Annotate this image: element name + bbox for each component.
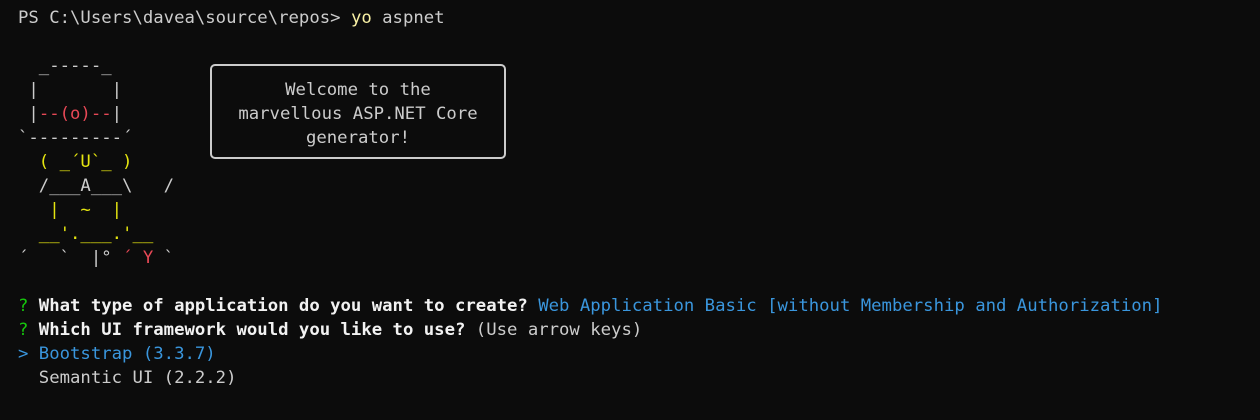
art-eye: --(o)-- (38, 104, 112, 124)
prompt-prefix: PS C:\Users\davea\source\repos> (18, 8, 351, 28)
art-line-2: | | (18, 80, 123, 100)
art-line-8: __'.___.'__ (18, 224, 154, 244)
command-text: yo (350, 8, 372, 28)
question-answer: Web Application Basic [without Membershi… (527, 296, 1163, 316)
art-line-9-left: ´ ` |° (18, 248, 123, 268)
bubble-line-2: marvellous ASP.NET Core (238, 104, 478, 124)
bubble-line-3: generator! (305, 128, 411, 148)
art-line-9-right: ` (163, 248, 175, 268)
question-application-type: ? What type of application do you want t… (18, 294, 1162, 318)
art-line-3-left: | (18, 104, 39, 124)
art-line-7: | ~ | (18, 200, 123, 220)
art-line-1: _-----_ (18, 56, 112, 76)
command-argument: aspnet (371, 8, 445, 28)
question-mark: ? (18, 296, 29, 316)
art-line-3: |--(o)--| (18, 102, 122, 126)
art-line-3-right: | (111, 104, 123, 124)
option-semantic-ui[interactable]: Semantic UI (2.2.2) (18, 366, 237, 390)
art-line-4: `---------´ (18, 128, 133, 148)
option-bootstrap[interactable]: > Bootstrap (3.3.7) (18, 342, 216, 366)
question-text: What type of application do you want to … (28, 296, 528, 316)
terminal-window[interactable]: PS C:\Users\davea\source\repos> yo aspne… (0, 0, 1260, 420)
question-hint: (Use arrow keys) (465, 320, 643, 340)
option-label: Bootstrap (3.3.7) (28, 344, 216, 364)
art-line-5: ( _´U`_ ) (18, 152, 133, 172)
art-line-6: /___A___\ / (18, 174, 174, 198)
bubble-line-1: Welcome to the (285, 80, 431, 100)
art-line-9: ´ ` |° ´ Y ` (18, 246, 174, 270)
question-text: Which UI framework would you like to use… (28, 320, 466, 340)
art-line-6-body: /___A___\ (18, 176, 133, 196)
question-ui-framework: ? Which UI framework would you like to u… (18, 318, 642, 342)
pointer-icon: > (18, 344, 29, 364)
prompt-line: PS C:\Users\davea\source\repos> yo aspne… (18, 6, 445, 30)
question-mark: ? (18, 320, 29, 340)
art-line-6-slash: / (132, 176, 175, 196)
art-line-9-red: ´ Y (122, 248, 164, 268)
